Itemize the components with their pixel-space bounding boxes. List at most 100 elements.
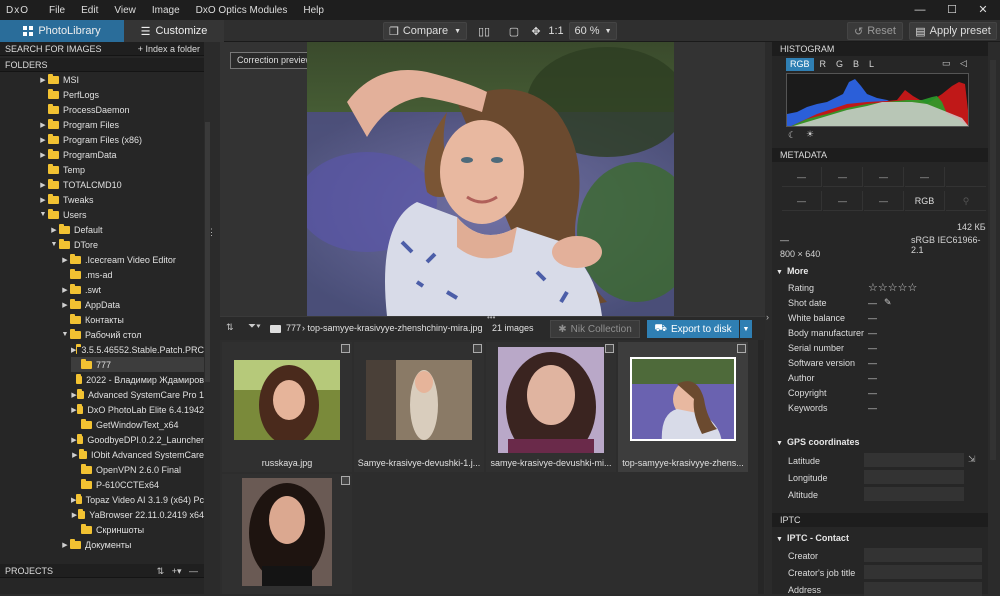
zoom-select[interactable]: 60 % ▼	[569, 22, 617, 40]
crop-fit-button[interactable]: ▢	[505, 22, 523, 40]
folder-tree-item[interactable]: ProcessDaemon	[38, 102, 204, 117]
channel-b[interactable]: B	[849, 58, 863, 71]
folder-tree-item[interactable]: ▶ MSI	[38, 72, 204, 87]
folder-tree-item[interactable]: ▶ TOTALCMD10	[38, 177, 204, 192]
folder-tree-item[interactable]: Контакты	[60, 312, 204, 327]
folder-tree-item[interactable]: ▶ Program Files	[38, 117, 204, 132]
right-panel-scrollbar[interactable]	[990, 60, 996, 460]
channel-g[interactable]: G	[832, 58, 847, 71]
folder-tree-item[interactable]: OpenVPN 2.6.0 Final	[71, 462, 204, 477]
chevron-right-icon[interactable]: ▶	[38, 136, 48, 144]
index-folder-button[interactable]: + Index a folder	[138, 42, 200, 55]
gps-section[interactable]: ▼ GPS coordinates	[776, 437, 859, 447]
reset-button[interactable]: ↺ Reset	[847, 22, 903, 40]
menu-view[interactable]: View	[106, 5, 144, 16]
filter-icon[interactable]: ⏷▾	[248, 321, 261, 332]
thumbnail[interactable]: russkaya.jpg	[222, 342, 352, 472]
folder-tree-scrollbar[interactable]	[205, 122, 210, 382]
metadata-field-value[interactable]: —	[868, 388, 877, 398]
split-view-button[interactable]: ▯▯	[474, 22, 494, 40]
folder-tree-item[interactable]: ▶ .Icecream Video Editor	[60, 252, 204, 267]
folder-tree-item[interactable]: ▶ AppData	[60, 297, 204, 312]
iptc-contact-section[interactable]: ▼ IPTC - Contact	[776, 533, 849, 543]
nik-collection-button[interactable]: ✱ Nik Collection	[550, 320, 640, 338]
zoom-1-1-button[interactable]: 1:1	[546, 22, 566, 40]
folder-tree-item[interactable]: ▶ Advanced SystemCare Pro 1	[71, 387, 204, 402]
folder-tree-item[interactable]: P-610CCTEx64	[71, 477, 204, 492]
metadata-field-value[interactable]: —	[868, 343, 877, 353]
folder-tree-item[interactable]: ▶ GoodbyeDPI.0.2.2_Launcher	[71, 432, 204, 447]
folder-tree-item[interactable]: ▼ DTore	[49, 237, 204, 252]
metadata-header[interactable]: METADATA	[772, 148, 988, 162]
thumbnail[interactable]	[222, 474, 352, 594]
chevron-down-icon[interactable]: ▼	[49, 241, 59, 248]
menu-image[interactable]: Image	[144, 5, 188, 16]
folder-tree-item[interactable]: Temp	[38, 162, 204, 177]
tab-photolibrary[interactable]: PhotoLibrary	[0, 20, 124, 42]
edit-date-icon[interactable]: ✎	[884, 297, 892, 308]
more-section[interactable]: ▼ More	[776, 266, 808, 276]
menu-edit[interactable]: Edit	[73, 5, 106, 16]
folder-tree-item[interactable]: ▶ Topaz Video AI 3.1.9 (x64) Pc	[71, 492, 204, 507]
menu-help[interactable]: Help	[295, 5, 332, 16]
folder-tree-item[interactable]: .ms-ad	[60, 267, 204, 282]
menu-dxo-optics-modules[interactable]: DxO Optics Modules	[188, 5, 296, 16]
rating-stars[interactable]: ☆☆☆☆☆	[868, 281, 917, 294]
channel-rgb[interactable]: RGB	[786, 58, 814, 71]
creator-job-title-field[interactable]	[864, 565, 982, 579]
project-tools[interactable]: ⇅ +▾ —	[157, 564, 198, 577]
folder-tree-item[interactable]: ▶ Default	[49, 222, 204, 237]
chevron-right-icon[interactable]: ▶	[60, 256, 70, 264]
chevron-right-icon[interactable]: ▶	[71, 511, 78, 519]
filmstrip-scrollbar[interactable]	[758, 340, 764, 594]
chevron-right-icon[interactable]: ▶	[38, 76, 48, 84]
sort-icon[interactable]: ⇅	[226, 322, 234, 333]
pan-button[interactable]: ✥	[527, 22, 545, 40]
tab-customize[interactable]: ☰ Customize	[124, 20, 224, 42]
shadows-icon[interactable]: ☾	[788, 130, 796, 141]
folder-tree-item-selected[interactable]: 777	[71, 357, 204, 372]
metadata-field-value[interactable]: —	[868, 373, 877, 383]
channel-r[interactable]: R	[816, 58, 831, 71]
folder-tree-item[interactable]: GetWindowText_x64	[71, 417, 204, 432]
longitude-field[interactable]	[864, 470, 964, 484]
chevron-right-icon[interactable]: ▶	[38, 196, 48, 204]
chevron-right-icon[interactable]: ▶	[60, 301, 70, 309]
maximize-button[interactable]: ☐	[937, 0, 967, 20]
channel-l[interactable]: L	[865, 58, 878, 71]
creator-field[interactable]	[864, 548, 982, 562]
histogram-header[interactable]: HISTOGRAM	[772, 42, 988, 56]
left-panel-handle[interactable]: ⋮	[207, 227, 216, 237]
folder-tree-item[interactable]: ▶ DxO PhotoLab Elite 6.4.1942	[71, 402, 204, 417]
clipping-icon[interactable]: ◁	[960, 58, 967, 69]
folder-tree-item[interactable]: 2022 - Владимир Ждамиров	[71, 372, 204, 387]
thumbnail-selected[interactable]: top-samyye-krasivyye-zhens...	[618, 342, 748, 472]
chevron-right-icon[interactable]: ▶	[60, 286, 70, 294]
monitor-icon[interactable]: ▭	[942, 58, 951, 69]
altitude-field[interactable]	[864, 487, 964, 501]
folder-tree-item[interactable]: ▶ ProgramData	[38, 147, 204, 162]
thumbnail[interactable]: Samye-krasivye-devushki-1.j...	[354, 342, 484, 472]
filmstrip-resize-handle[interactable]: •••	[487, 313, 495, 322]
metadata-field-value[interactable]: —	[868, 328, 877, 338]
folder-tree-item[interactable]: ▼ Рабочий стол	[60, 327, 204, 342]
chevron-down-icon[interactable]: ▼	[38, 211, 48, 218]
export-to-disk-button[interactable]: ⛟ Export to disk	[647, 320, 739, 338]
compare-button[interactable]: ❐ Compare ▼	[383, 22, 467, 40]
minimize-button[interactable]: —	[905, 0, 935, 20]
folder-tree-item[interactable]: ▶ Tweaks	[38, 192, 204, 207]
search-for-images[interactable]: SEARCH FOR IMAGES	[5, 42, 102, 55]
map-pin-icon[interactable]: ⇲	[968, 454, 976, 465]
chevron-right-icon[interactable]: ▶	[38, 181, 48, 189]
chevron-right-icon[interactable]: ▶	[38, 151, 48, 159]
image-viewer[interactable]: Correction preview	[220, 42, 765, 316]
metadata-field-value[interactable]: —	[868, 298, 877, 308]
latitude-field[interactable]	[864, 453, 964, 467]
folder-tree-item[interactable]: ▶ Документы	[60, 537, 204, 552]
close-button[interactable]: ✕	[968, 0, 998, 20]
folder-tree-item[interactable]: ▶ IObit Advanced SystemCare	[71, 447, 204, 462]
folder-tree-item[interactable]: ▶ 3.5.5.46552.Stable.Patch.PRC	[71, 342, 204, 357]
folder-tree-item[interactable]: ▼ Users	[38, 207, 204, 222]
folder-tree-item[interactable]: PerfLogs	[38, 87, 204, 102]
folder-tree-item[interactable]: ▶ YaBrowser 22.11.0.2419 x64	[71, 507, 204, 522]
